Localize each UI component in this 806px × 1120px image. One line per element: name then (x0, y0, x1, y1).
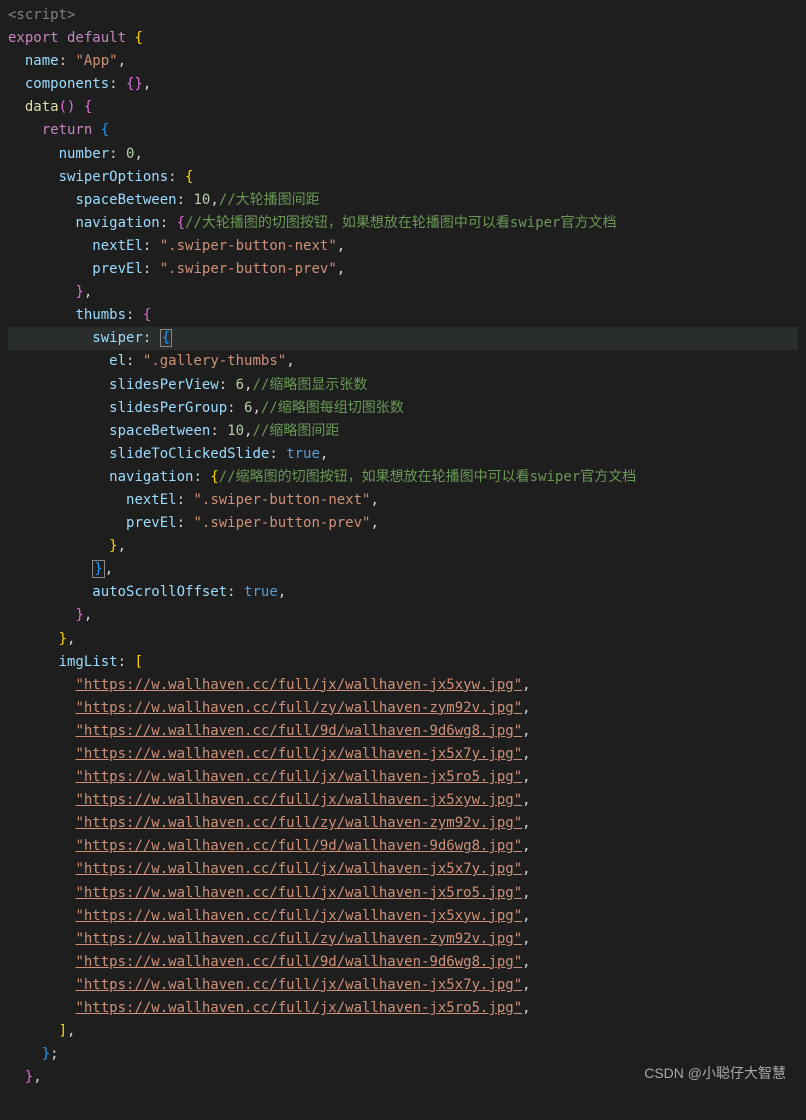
code-line: "https://w.wallhaven.cc/full/9d/wallhave… (8, 835, 798, 858)
code-line: components: {}, (8, 73, 798, 96)
code-line: "https://w.wallhaven.cc/full/jx/wallhave… (8, 766, 798, 789)
url-string: "https://w.wallhaven.cc/full/jx/wallhave… (75, 677, 522, 693)
code-line: "https://w.wallhaven.cc/full/9d/wallhave… (8, 720, 798, 743)
code-line: "https://w.wallhaven.cc/full/zy/wallhave… (8, 697, 798, 720)
url-string: "https://w.wallhaven.cc/full/jx/wallhave… (75, 977, 522, 993)
code-line: }, (8, 535, 798, 558)
code-line: number: 0, (8, 143, 798, 166)
code-line: "https://w.wallhaven.cc/full/jx/wallhave… (8, 858, 798, 881)
code-line: spaceBetween: 10,//缩略图间距 (8, 420, 798, 443)
code-line-highlighted: swiper: { (8, 327, 798, 350)
code-line: prevEl: ".swiper-button-prev", (8, 512, 798, 535)
code-line: }, (8, 604, 798, 627)
code-line: slideToClickedSlide: true, (8, 443, 798, 466)
code-line: "https://w.wallhaven.cc/full/zy/wallhave… (8, 812, 798, 835)
code-line: "https://w.wallhaven.cc/full/jx/wallhave… (8, 882, 798, 905)
url-string: "https://w.wallhaven.cc/full/9d/wallhave… (75, 723, 522, 739)
code-line: imgList: [ (8, 651, 798, 674)
url-string: "https://w.wallhaven.cc/full/jx/wallhave… (75, 885, 522, 901)
code-line: swiperOptions: { (8, 166, 798, 189)
code-line: "https://w.wallhaven.cc/full/jx/wallhave… (8, 789, 798, 812)
code-line: "https://w.wallhaven.cc/full/jx/wallhave… (8, 743, 798, 766)
code-line: name: "App", (8, 50, 798, 73)
code-editor[interactable]: <script> export default { name: "App", c… (8, 4, 798, 1089)
bracket-match: { (160, 329, 172, 347)
code-line: "https://w.wallhaven.cc/full/jx/wallhave… (8, 674, 798, 697)
code-line: data() { (8, 96, 798, 119)
url-string: "https://w.wallhaven.cc/full/jx/wallhave… (75, 792, 522, 808)
code-line: prevEl: ".swiper-button-prev", (8, 258, 798, 281)
url-list: "https://w.wallhaven.cc/full/jx/wallhave… (8, 674, 798, 1020)
url-string: "https://w.wallhaven.cc/full/9d/wallhave… (75, 838, 522, 854)
code-line: return { (8, 119, 798, 142)
watermark: CSDN @小聪仔大智慧 (644, 1062, 786, 1085)
code-line: navigation: {//缩略图的切图按钮，如果想放在轮播图中可以看swip… (8, 466, 798, 489)
url-string: "https://w.wallhaven.cc/full/jx/wallhave… (75, 769, 522, 785)
code-line: export default { (8, 27, 798, 50)
code-line: slidesPerGroup: 6,//缩略图每组切图张数 (8, 397, 798, 420)
code-line: autoScrollOffset: true, (8, 581, 798, 604)
url-string: "https://w.wallhaven.cc/full/9d/wallhave… (75, 954, 522, 970)
code-line: "https://w.wallhaven.cc/full/jx/wallhave… (8, 997, 798, 1020)
code-line: slidesPerView: 6,//缩略图显示张数 (8, 374, 798, 397)
code-line: "https://w.wallhaven.cc/full/zy/wallhave… (8, 928, 798, 951)
url-string: "https://w.wallhaven.cc/full/zy/wallhave… (75, 700, 522, 716)
code-line: thumbs: { (8, 304, 798, 327)
url-string: "https://w.wallhaven.cc/full/jx/wallhave… (75, 908, 522, 924)
code-line: spaceBetween: 10,//大轮播图间距 (8, 189, 798, 212)
code-line: navigation: {//大轮播图的切图按钮，如果想放在轮播图中可以看swi… (8, 212, 798, 235)
code-line: }, (8, 558, 798, 581)
url-string: "https://w.wallhaven.cc/full/jx/wallhave… (75, 746, 522, 762)
script-tag: <script> (8, 7, 75, 23)
bracket-match: } (92, 560, 104, 578)
code-line: ], (8, 1020, 798, 1043)
url-string: "https://w.wallhaven.cc/full/jx/wallhave… (75, 861, 522, 877)
url-string: "https://w.wallhaven.cc/full/zy/wallhave… (75, 931, 522, 947)
code-line: }, (8, 281, 798, 304)
url-string: "https://w.wallhaven.cc/full/jx/wallhave… (75, 1000, 522, 1016)
code-line: "https://w.wallhaven.cc/full/jx/wallhave… (8, 974, 798, 997)
code-line: "https://w.wallhaven.cc/full/9d/wallhave… (8, 951, 798, 974)
code-line: el: ".gallery-thumbs", (8, 350, 798, 373)
code-line: <script> (8, 4, 798, 27)
code-line: nextEl: ".swiper-button-next", (8, 235, 798, 258)
url-string: "https://w.wallhaven.cc/full/zy/wallhave… (75, 815, 522, 831)
code-line: "https://w.wallhaven.cc/full/jx/wallhave… (8, 905, 798, 928)
code-line: nextEl: ".swiper-button-next", (8, 489, 798, 512)
code-line: }, (8, 628, 798, 651)
